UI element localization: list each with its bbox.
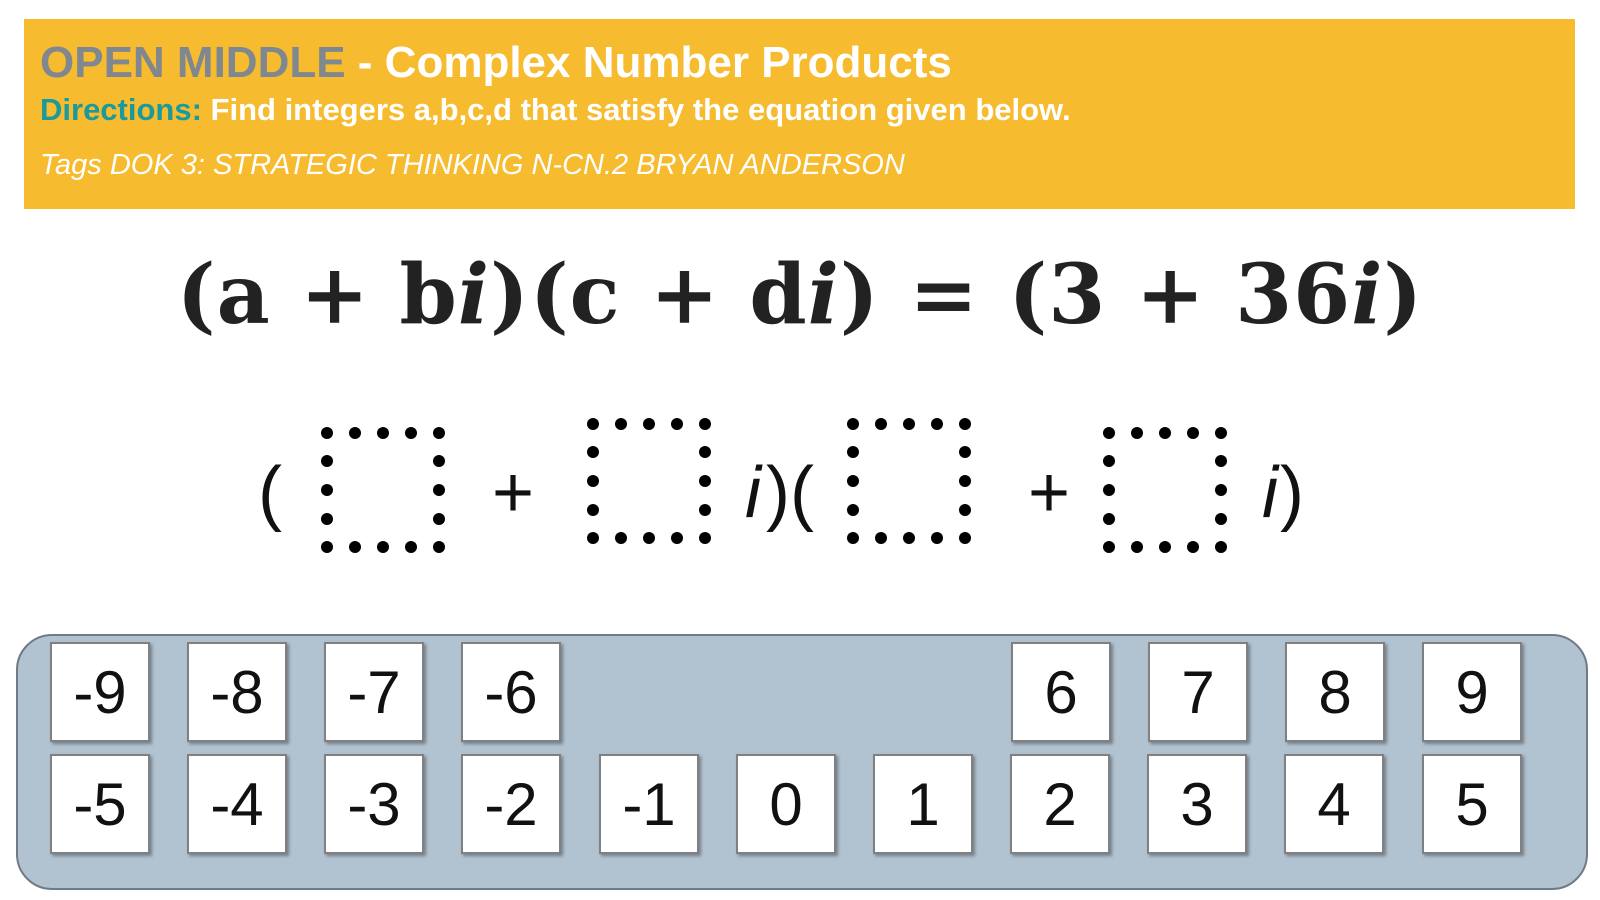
number-tile[interactable]: -3 [324,754,424,854]
number-tile[interactable]: 9 [1422,642,1522,742]
imaginary-unit: i [1262,453,1278,533]
number-tile[interactable]: 5 [1422,754,1522,854]
directions: Directions: Find integers a,b,c,d that s… [40,91,1559,129]
number-tile[interactable]: -4 [187,754,287,854]
equation-part: ) = (3 + 36 [839,247,1352,343]
number-tile[interactable]: 3 [1147,754,1247,854]
number-tile[interactable]: -2 [461,754,561,854]
tags-line: Tags DOK 3: STRATEGIC THINKING N-CN.2 BR… [40,149,905,181]
number-tile[interactable]: 0 [736,754,836,854]
answer-template: ( + i )(+ i) [0,415,1600,585]
drop-slot-b[interactable] [586,417,712,545]
dotted-box-icon [847,418,971,544]
dotted-box-icon [587,418,711,544]
close-paren: ) [1280,453,1304,533]
number-tile[interactable]: 8 [1285,642,1385,742]
open-paren: ( [258,453,282,533]
equation-part: ) [1383,247,1424,343]
number-tile[interactable]: -7 [324,642,424,742]
equation-imaginary-unit: i [807,247,840,343]
equation-part: )(c + d [490,247,808,343]
number-tile[interactable]: -9 [50,642,150,742]
header-banner: OPEN MIDDLE - Complex Number Products Di… [24,19,1575,209]
equation: (a + bi)(c + di) = (3 + 36i) [0,240,1600,350]
brand-label: OPEN MIDDLE [40,38,346,87]
equation-imaginary-unit: i [457,247,491,343]
plus-sign: + [492,453,535,533]
number-tile[interactable]: -1 [599,754,699,854]
number-tile[interactable]: 2 [1010,754,1110,854]
drop-slot-d[interactable] [1102,426,1228,554]
number-tile[interactable]: -8 [187,642,287,742]
drop-slot-c[interactable] [846,417,972,545]
plus-sign: + [1028,453,1071,533]
number-tile[interactable]: 6 [1011,642,1111,742]
number-tile[interactable]: -6 [461,642,561,742]
paren-join: )( [766,453,814,533]
imaginary-unit: i [745,453,761,533]
directions-text: Find integers a,b,c,d that satisfy the e… [201,92,1071,127]
dotted-box-icon [321,427,445,553]
title-text: - Complex Number Products [345,38,952,87]
number-tile[interactable]: -5 [50,754,150,854]
equation-imaginary-unit: i [1351,247,1384,343]
directions-label: Directions: [40,92,202,127]
drop-slot-a[interactable] [320,426,446,554]
number-tile-tray: -9 -8 -7 -6 6 7 8 9 -5 -4 -3 -2 -1 0 1 2… [16,634,1588,890]
equation-part: (a + b [176,247,458,343]
dotted-box-icon [1103,427,1227,553]
number-tile[interactable]: 1 [873,754,973,854]
number-tile[interactable]: 4 [1284,754,1384,854]
number-tile[interactable]: 7 [1148,642,1248,742]
page-title: OPEN MIDDLE - Complex Number Products [40,35,1559,91]
